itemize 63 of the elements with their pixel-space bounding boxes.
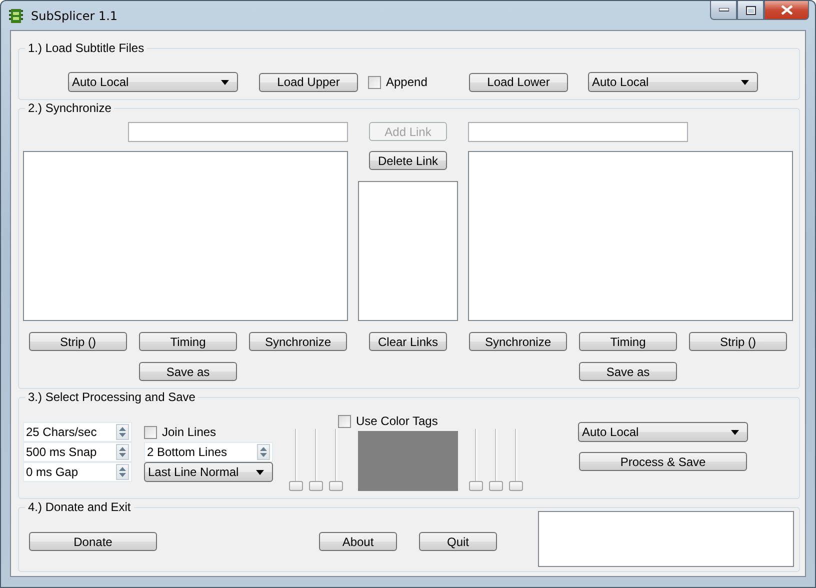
process-save-button[interactable]: Process & Save xyxy=(579,452,747,471)
save-as-button[interactable]: Save as xyxy=(579,362,677,381)
spin-button[interactable] xyxy=(116,464,129,480)
up-down-arrows-icon xyxy=(119,466,126,478)
load-upper-button[interactable]: Load Upper xyxy=(259,72,358,92)
caret-icon xyxy=(741,80,749,84)
left-action-button[interactable]: Timing xyxy=(139,332,237,351)
section-title: 1.) Load Subtitle Files xyxy=(27,41,146,55)
lower-file-field[interactable] xyxy=(468,122,688,142)
spinner-field[interactable]: 2 Bottom Lines xyxy=(144,442,273,462)
up-down-arrows-icon xyxy=(119,446,126,458)
spinner-field[interactable]: 0 ms Gap xyxy=(23,462,132,482)
dropdown[interactable]: Last Line Normal xyxy=(144,462,273,482)
caret-icon xyxy=(731,430,739,434)
upper-file-field[interactable] xyxy=(128,122,348,142)
quit-button[interactable]: Quit xyxy=(419,532,497,551)
section-title: 4.) Donate and Exit xyxy=(27,500,132,514)
spin-button[interactable] xyxy=(116,444,129,460)
save-as-button[interactable]: Save as xyxy=(139,362,237,381)
clear-links-button[interactable]: Clear Links xyxy=(369,332,447,351)
caret-icon xyxy=(256,470,264,474)
left-action-button[interactable]: Strip () xyxy=(29,332,127,351)
join-lines-label: Join Lines xyxy=(162,425,216,439)
slider-handle[interactable] xyxy=(309,481,323,491)
right-action-button[interactable]: Strip () xyxy=(689,332,787,351)
spin-button[interactable] xyxy=(116,424,129,440)
slider-handle[interactable] xyxy=(509,481,523,491)
up-down-arrows-icon xyxy=(260,446,267,458)
dropdown[interactable]: Auto Local xyxy=(68,72,238,92)
section-title: 2.) Synchronize xyxy=(27,101,112,115)
maximize-icon xyxy=(746,6,756,14)
close-button[interactable] xyxy=(764,1,809,20)
append-label: Append xyxy=(386,75,428,89)
dropdown[interactable]: Auto Local xyxy=(588,72,758,92)
up-down-arrows-icon xyxy=(119,426,126,438)
use-color-tags-label: Use Color Tags xyxy=(356,414,438,428)
about-button[interactable]: About xyxy=(319,532,397,551)
minimize-icon xyxy=(718,8,728,12)
minimize-button[interactable] xyxy=(710,1,737,20)
checkbox[interactable] xyxy=(368,76,381,88)
film-strip-icon xyxy=(8,8,24,24)
caret-icon xyxy=(221,80,229,84)
right-action-button[interactable]: Timing xyxy=(579,332,677,351)
slider-handle[interactable] xyxy=(329,481,343,491)
donate-button[interactable]: Donate xyxy=(29,532,157,551)
slider-handle[interactable] xyxy=(289,481,303,491)
dropdown[interactable]: Auto Local xyxy=(578,422,748,442)
spin-button[interactable] xyxy=(257,444,270,460)
window-title: SubSplicer 1.1 xyxy=(31,8,118,22)
links-list[interactable] xyxy=(358,181,458,321)
spinner-field[interactable]: 500 ms Snap xyxy=(23,442,132,462)
load-lower-button[interactable]: Load Lower xyxy=(469,72,568,92)
close-icon xyxy=(780,5,792,15)
checkbox[interactable] xyxy=(338,414,351,428)
right-action-button[interactable]: Synchronize xyxy=(469,332,567,351)
slider-handle[interactable] xyxy=(469,481,483,491)
slider-handle[interactable] xyxy=(489,481,503,491)
spinner-field[interactable]: 25 Chars/sec xyxy=(23,422,132,442)
left-action-button[interactable]: Synchronize xyxy=(249,332,347,351)
delete-link-button[interactable]: Delete Link xyxy=(369,151,447,170)
maximize-button[interactable] xyxy=(737,1,764,20)
section-title: 3.) Select Processing and Save xyxy=(27,390,196,404)
checkbox[interactable] xyxy=(144,426,157,438)
